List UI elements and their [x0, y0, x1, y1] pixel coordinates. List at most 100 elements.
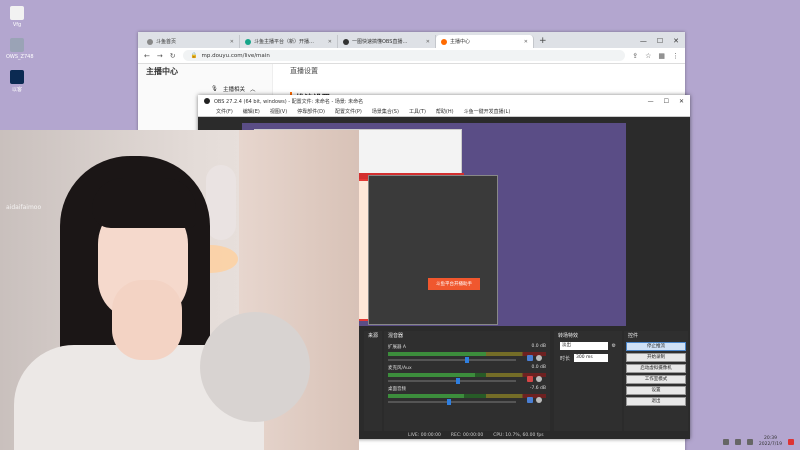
address-bar-row: ← → ↻ 🔒 mp.douyu.com/live/main ⇪ ☆ ▦ ⋮ [138, 48, 685, 64]
menu-docks[interactable]: 停靠部件(D) [297, 108, 325, 115]
favicon-icon [343, 38, 349, 45]
url-text: mp.douyu.com/live/main [201, 52, 270, 59]
tab-douyu-home[interactable]: 斗鱼首页 ✕ [142, 35, 240, 48]
obs-logo-icon [204, 98, 210, 104]
forward-icon[interactable]: → [157, 52, 163, 60]
menu-file[interactable]: 文件(F) [216, 108, 233, 115]
person-hand [112, 280, 182, 360]
program-icon [10, 38, 24, 52]
stop-streaming-button[interactable]: 停止推流 [626, 342, 686, 351]
gear-icon[interactable] [536, 397, 542, 403]
notification-icon[interactable] [788, 439, 794, 445]
minimize-icon[interactable]: — [648, 98, 654, 105]
volume-slider-knob[interactable] [447, 399, 452, 405]
close-tab-icon[interactable]: ✕ [524, 39, 528, 45]
desktop-icon-ows[interactable]: OWS_Z748 [6, 38, 34, 60]
volume-slider[interactable] [388, 378, 516, 384]
new-tab-button[interactable]: + [534, 36, 552, 48]
duration-input[interactable]: 300 ms [574, 354, 609, 362]
back-icon[interactable]: ← [144, 52, 150, 60]
tab-obs-guide[interactable]: 一图快速搞懂OBS直播… ✕ [338, 35, 436, 48]
window-controls: — ☐ ✕ [634, 37, 685, 48]
tab-label: 斗鱼首页 [156, 39, 177, 45]
track-db: 0.0 dB [531, 365, 546, 370]
track-name: 麦克风/Aux [388, 366, 412, 371]
reload-icon[interactable]: ↻ [170, 52, 176, 60]
controls-dock: 控件 停止推流 开始录制 启动虚拟摄像机 工作室模式 设置 退出 [624, 331, 688, 431]
menu-profile[interactable]: 配置文件(P) [335, 108, 362, 115]
sources-header: 来源 [368, 333, 379, 339]
maximize-icon[interactable]: ☐ [664, 98, 669, 105]
star-icon[interactable]: ☆ [645, 52, 651, 60]
volume-icon[interactable] [734, 439, 741, 445]
menu-icon[interactable]: ⋮ [672, 52, 679, 60]
tab-streamer-platform[interactable]: 斗鱼主播平台（新）开播… ✕ [240, 35, 338, 48]
menu-scene-collection[interactable]: 场景集合(S) [372, 108, 399, 115]
speaker-icon[interactable] [527, 355, 533, 361]
person-bangs [92, 178, 196, 228]
gear-icon[interactable] [536, 355, 542, 361]
settings-button[interactable]: 设置 [626, 386, 686, 395]
maximize-icon[interactable]: ☐ [657, 37, 663, 45]
start-virtual-camera-button[interactable]: 启动虚拟摄像机 [626, 364, 686, 373]
microphone-cover [200, 312, 310, 422]
menu-view[interactable]: 视图(V) [270, 108, 287, 115]
desktop-icon-vfg[interactable]: Vfg [6, 6, 28, 28]
desktop-icon-label: Vfg [12, 22, 22, 28]
language-icon[interactable] [746, 439, 753, 445]
clock[interactable]: 20:39 2022/7/19 [759, 436, 782, 448]
share-icon[interactable]: ⇪ [632, 52, 638, 60]
menu-edit[interactable]: 编辑(E) [243, 108, 260, 115]
desktop-icon-ps[interactable]: 以客 [6, 70, 28, 93]
transitions-header: 转场特效 [558, 333, 579, 339]
tab-label: 一图快速搞懂OBS直播… [352, 39, 408, 45]
live-timer: LIVE: 00:00:00 [408, 432, 441, 438]
gear-icon[interactable]: ⚙ [612, 343, 616, 349]
url-input[interactable]: 🔒 mp.douyu.com/live/main [182, 50, 626, 61]
transition-select[interactable]: 淡出 [560, 342, 608, 350]
microphone-icon: 🎙 [211, 86, 218, 92]
extensions-icon[interactable]: ▦ [658, 52, 665, 60]
volume-slider-knob[interactable] [465, 357, 470, 363]
photoshop-icon [10, 70, 24, 84]
network-icon[interactable] [722, 439, 729, 445]
menu-douyu-live[interactable]: 斗鱼一键开发直播(L) [464, 108, 511, 115]
close-icon[interactable]: ✕ [679, 98, 684, 105]
close-tab-icon[interactable]: ✕ [230, 39, 234, 45]
volume-slider[interactable] [388, 399, 516, 405]
favicon-icon [245, 38, 251, 45]
nested-obs-capture [368, 175, 498, 325]
start-recording-button[interactable]: 开始录制 [626, 353, 686, 362]
studio-mode-button[interactable]: 工作室模式 [626, 375, 686, 384]
cpu-usage: CPU: 10.7%, 60.00 fps [493, 432, 544, 438]
menu-tools[interactable]: 工具(T) [409, 108, 426, 115]
exit-button[interactable]: 退出 [626, 397, 686, 406]
overlay-label: 斗鱼平台开播助手 [428, 278, 480, 290]
tab-streamer-center[interactable]: 主播中心 ✕ [436, 35, 534, 48]
minimize-icon[interactable]: — [640, 37, 647, 45]
close-tab-icon[interactable]: ✕ [328, 39, 332, 45]
menu-help[interactable]: 帮助(H) [436, 108, 454, 115]
volume-slider[interactable] [388, 357, 516, 363]
brand-title: 主播中心 [146, 67, 178, 76]
clock-date: 2022/7/19 [758, 442, 782, 447]
volume-slider-knob[interactable] [456, 378, 461, 384]
transitions-dock: 转场特效 淡出 ⚙ 时长 300 ms [554, 331, 622, 431]
close-icon[interactable]: ✕ [673, 37, 679, 45]
webcam-caption: aidaifaimoo [6, 204, 42, 211]
sources-dock: 来源 [364, 331, 382, 431]
mixer-track: 扩展器 A 0.0 dB [388, 344, 546, 363]
track-name: 扩展器 A [388, 345, 407, 350]
lock-icon: 🔒 [190, 52, 198, 59]
speaker-icon[interactable] [527, 397, 533, 403]
mixer-header: 混音器 [388, 333, 404, 339]
mixer-track: 桌面音频 -7.6 dB [388, 386, 546, 405]
controls-header: 控件 [628, 333, 639, 339]
mixer-track: 麦克风/Aux 0.0 dB [388, 365, 546, 384]
close-tab-icon[interactable]: ✕ [426, 39, 430, 45]
desktop-icon-label: OWS_Z748 [6, 54, 34, 60]
volume-meter [388, 394, 546, 398]
muted-speaker-icon[interactable] [527, 376, 533, 382]
track-name: 桌面音频 [388, 387, 406, 392]
gear-icon[interactable] [536, 376, 542, 382]
